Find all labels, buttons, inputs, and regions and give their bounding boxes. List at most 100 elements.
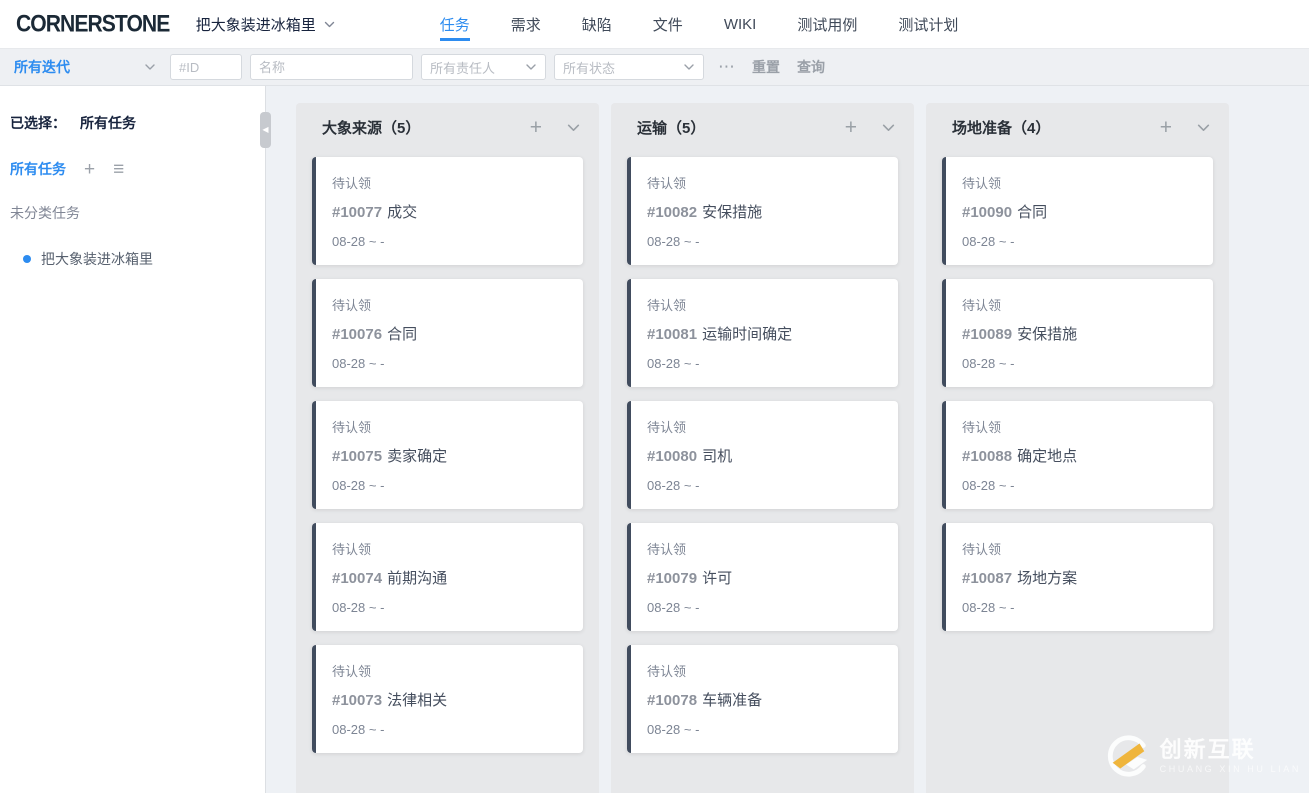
tab-tasks[interactable]: 任务 xyxy=(440,0,470,48)
task-card[interactable]: 待认领 #10077成交 08-28 ~ - xyxy=(312,157,583,265)
reset-button[interactable]: 重置 xyxy=(752,57,780,77)
app-window: CORNERSTONE 把大象装进冰箱里 任务需求缺陷文件 WIKI 测试用例测试计… xyxy=(0,0,1309,793)
task-card[interactable]: 待认领 #10090合同 08-28 ~ - xyxy=(942,157,1213,265)
tab-defects[interactable]: 缺陷 xyxy=(582,0,612,48)
column-header: 运输（5） + xyxy=(611,103,914,151)
add-card-icon[interactable]: + xyxy=(845,117,857,138)
task-card[interactable]: 待认领 #10076合同 08-28 ~ - xyxy=(312,279,583,387)
card-title: 运输时间确定 xyxy=(702,326,792,343)
tab-wiki[interactable]: WIKI xyxy=(724,0,757,48)
content-area: 已选择： 所有任务 所有任务 + ≡ 未分类任务 把大象装进冰箱里 ◀ 大象来源… xyxy=(0,86,1309,793)
add-card-icon[interactable]: + xyxy=(530,117,542,138)
task-card[interactable]: 待认领 #10089安保措施 08-28 ~ - xyxy=(942,279,1213,387)
app-logo[interactable]: CORNERSTONE xyxy=(16,10,169,39)
id-filter-input[interactable] xyxy=(170,54,242,80)
task-card[interactable]: 待认领 #10088确定地点 08-28 ~ - xyxy=(942,401,1213,509)
card-id: #10089 xyxy=(962,326,1012,343)
uncategorized-group[interactable]: 未分类任务 xyxy=(10,203,255,223)
card-status: 待认领 xyxy=(647,295,884,314)
card-dates: 08-28 ~ - xyxy=(332,356,569,371)
card-id: #10088 xyxy=(962,448,1012,465)
task-card[interactable]: 待认领 #10075卖家确定 08-28 ~ - xyxy=(312,401,583,509)
tab-test-cases[interactable]: 测试用例 xyxy=(797,0,857,48)
tab-test-plans[interactable]: 测试计划 xyxy=(898,0,958,48)
task-card[interactable]: 待认领 #10073法律相关 08-28 ~ - xyxy=(312,645,583,753)
card-title: 合同 xyxy=(1017,204,1047,221)
task-card[interactable]: 待认领 #10078车辆准备 08-28 ~ - xyxy=(627,645,898,753)
column-collapse-icon[interactable] xyxy=(881,120,896,135)
iteration-select-value: 所有迭代 xyxy=(14,57,70,77)
all-tasks-link[interactable]: 所有任务 xyxy=(10,159,66,179)
card-id: #10081 xyxy=(647,326,697,343)
column-cards: 待认领 #10077成交 08-28 ~ - 待认领 #10076合同 08-2… xyxy=(296,151,599,769)
sidebar-collapse-handle[interactable]: ◀ xyxy=(260,112,271,148)
chevron-down-icon xyxy=(144,61,156,73)
tab-files[interactable]: 文件 xyxy=(653,0,683,48)
column-collapse-icon[interactable] xyxy=(566,120,581,135)
kanban-board: 大象来源 （5） + 待认领 #10077成交 08-28 ~ - 待认领 #10… xyxy=(266,86,1309,793)
card-dates: 08-28 ~ - xyxy=(647,600,884,615)
name-filter-input[interactable] xyxy=(250,54,413,80)
card-title: 安保措施 xyxy=(1017,326,1077,343)
list-menu-icon[interactable]: ≡ xyxy=(113,160,124,179)
task-card[interactable]: 待认领 #10087场地方案 08-28 ~ - xyxy=(942,523,1213,631)
card-status: 待认领 xyxy=(647,661,884,680)
card-status: 待认领 xyxy=(647,173,884,192)
column-collapse-icon[interactable] xyxy=(1196,120,1211,135)
add-group-icon[interactable]: + xyxy=(84,160,95,179)
task-card[interactable]: 待认领 #10080 司机 08-28 ~ - xyxy=(627,401,898,509)
project-name: 把大象装进冰箱里 xyxy=(196,14,316,35)
task-card[interactable]: 待认领 #10082安保措施 08-28 ~ - xyxy=(627,157,898,265)
card-id: #10077 xyxy=(332,204,382,221)
card-id: #10078 xyxy=(647,692,697,709)
column-title: 场地准备 xyxy=(952,120,1012,137)
card-id: #10075 xyxy=(332,448,382,465)
card-status: 待认领 xyxy=(647,539,884,558)
card-dates: 08-28 ~ - xyxy=(332,478,569,493)
chevron-down-icon xyxy=(683,61,695,73)
more-filters-button[interactable]: ⋯ xyxy=(718,57,735,77)
card-dates: 08-28 ~ - xyxy=(647,356,884,371)
card-title: 确定地点 xyxy=(1017,448,1077,465)
bullet-dot-icon xyxy=(23,255,31,263)
column-header: 场地准备（4） + xyxy=(926,103,1229,151)
task-card[interactable]: 待认领 #10074前期沟通 08-28 ~ - xyxy=(312,523,583,631)
sidebar-task-item[interactable]: 把大象装进冰箱里 xyxy=(23,249,255,269)
column-title: 运输 xyxy=(637,120,667,137)
card-id: #10074 xyxy=(332,570,382,587)
main-nav: 任务需求缺陷文件 WIKI 测试用例测试计划 xyxy=(440,0,959,48)
card-dates: 08-28 ~ - xyxy=(332,722,569,737)
card-title: 许可 xyxy=(702,570,732,587)
all-tasks-row: 所有任务 + ≡ xyxy=(10,159,255,179)
assignee-select-value: 所有责任人 xyxy=(430,58,495,77)
tab-requirements[interactable]: 需求 xyxy=(511,0,541,48)
app-header: CORNERSTONE 把大象装进冰箱里 任务需求缺陷文件 WIKI 测试用例测试计… xyxy=(0,0,1309,48)
add-card-icon[interactable]: + xyxy=(1160,117,1172,138)
sidebar: 已选择： 所有任务 所有任务 + ≡ 未分类任务 把大象装进冰箱里 xyxy=(0,86,266,793)
card-title: 卖家确定 xyxy=(387,448,447,465)
card-dates: 08-28 ~ - xyxy=(647,478,884,493)
kanban-column: 场地准备（4） + 待认领 #10090 合同 08-28 ~ - 待认领 #10… xyxy=(926,103,1229,793)
task-card[interactable]: 待认领 #10079 许可 08-28 ~ - xyxy=(627,523,898,631)
column-title: 大象来源 xyxy=(322,120,382,137)
card-status: 待认领 xyxy=(647,417,884,436)
card-status: 待认领 xyxy=(332,295,569,314)
column-cards: 待认领 #10082安保措施 08-28 ~ - 待认领 #10081 运输时间确… xyxy=(611,151,914,769)
chevron-down-icon xyxy=(525,61,537,73)
card-title: 司机 xyxy=(702,448,732,465)
task-card[interactable]: 待认领 #10081 运输时间确定 08-28 ~ - xyxy=(627,279,898,387)
selected-value: 所有任务 xyxy=(80,113,136,133)
column-count: （5） xyxy=(667,120,705,137)
card-id: #10090 xyxy=(962,204,1012,221)
project-selector[interactable]: 把大象装进冰箱里 xyxy=(196,14,336,35)
card-status: 待认领 xyxy=(962,417,1199,436)
status-select[interactable]: 所有状态 xyxy=(554,54,704,80)
assignee-select[interactable]: 所有责任人 xyxy=(421,54,546,80)
card-id: #10079 xyxy=(647,570,697,587)
card-dates: 08-28 ~ - xyxy=(332,234,569,249)
card-title: 前期沟通 xyxy=(387,570,447,587)
card-id: #10080 xyxy=(647,448,697,465)
card-dates: 08-28 ~ - xyxy=(962,234,1199,249)
iteration-select[interactable]: 所有迭代 xyxy=(14,57,166,77)
query-button[interactable]: 查询 xyxy=(797,57,825,77)
